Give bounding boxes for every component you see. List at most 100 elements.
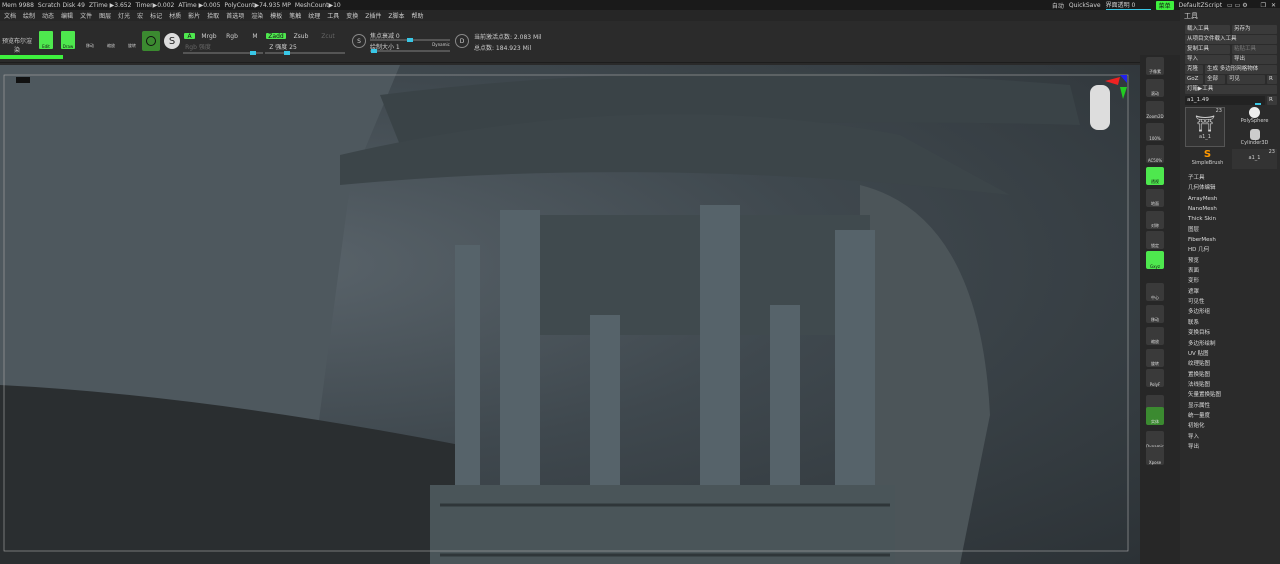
current-tool-slider[interactable]: a1_1.49 — [1185, 96, 1265, 105]
menu-item[interactable]: 笔触 — [289, 11, 301, 20]
rotate-button[interactable]: 旋转 — [124, 43, 140, 49]
menu-item[interactable]: 编辑 — [61, 11, 73, 20]
menu-item[interactable]: 纹理 — [308, 11, 320, 20]
shelf-button[interactable]: 移动 — [1146, 305, 1164, 323]
a-button[interactable]: A — [183, 32, 196, 40]
shelf-button[interactable]: Gxyz — [1146, 251, 1164, 269]
draw-button[interactable]: Draw — [60, 30, 76, 50]
menu-item[interactable]: 图层 — [99, 11, 111, 20]
color-picker[interactable]: S — [164, 33, 180, 49]
section-item[interactable]: 遮罩 — [1180, 287, 1280, 297]
rgb-button[interactable]: Rgb — [222, 32, 242, 40]
bpr-button[interactable]: 预览布尔渲染 — [0, 36, 34, 54]
section-item[interactable]: 预览 — [1180, 256, 1280, 266]
edit-button[interactable]: Edit — [38, 30, 54, 50]
shelf-button[interactable]: AC50% — [1146, 145, 1164, 163]
section-item[interactable]: 变形 — [1180, 276, 1280, 286]
menu-item[interactable]: Z插件 — [365, 11, 381, 20]
shelf-button[interactable]: 地面 — [1146, 189, 1164, 207]
section-item[interactable]: 初始化 — [1180, 421, 1280, 431]
section-item[interactable]: 导出 — [1180, 442, 1280, 452]
section-item[interactable]: 联系 — [1180, 318, 1280, 328]
move-button[interactable]: 移动 — [82, 43, 98, 49]
menu-item[interactable]: 灯光 — [118, 11, 130, 20]
zadd-button[interactable]: Zadd — [265, 32, 287, 40]
export-button[interactable]: 导出 — [1232, 55, 1277, 64]
shelf-button[interactable]: Zoom2D — [1146, 101, 1164, 119]
mrgb-button[interactable]: Mrgb — [198, 32, 220, 40]
menu-item[interactable]: 绘制 — [23, 11, 35, 20]
menu-item[interactable]: 变换 — [346, 11, 358, 20]
save-as-button[interactable]: 另存为 — [1232, 25, 1277, 34]
section-item[interactable]: HD 几何 — [1180, 245, 1280, 255]
section-item[interactable]: 图层 — [1180, 225, 1280, 235]
menu-item[interactable]: 文件 — [80, 11, 92, 20]
menu-item[interactable]: 模板 — [270, 11, 282, 20]
shelf-button[interactable]: 对称 — [1146, 211, 1164, 229]
shelf-button[interactable]: 中心 — [1146, 283, 1164, 301]
shelf-button[interactable]: 缩放 — [1146, 327, 1164, 345]
menu-item[interactable]: 拾取 — [207, 11, 219, 20]
paste-tool-button[interactable]: 粘贴工具 — [1232, 45, 1277, 54]
section-item[interactable]: 法线贴图 — [1180, 380, 1280, 390]
section-item[interactable]: 统一量度 — [1180, 411, 1280, 421]
all-button[interactable]: 全部 — [1205, 75, 1225, 84]
ui-transparency-slider[interactable]: 界面透明 0 — [1105, 0, 1151, 11]
shelf-button[interactable]: PolyF — [1146, 369, 1164, 387]
section-item[interactable]: NanoMesh — [1180, 204, 1280, 214]
zsub-button[interactable]: Zsub — [290, 32, 312, 40]
menu-item[interactable]: 文档 — [4, 11, 16, 20]
rgb-intensity-slider[interactable] — [183, 51, 263, 55]
dynamic-toggle[interactable]: Dynamic — [430, 42, 452, 47]
menu-item[interactable]: 工具 — [327, 11, 339, 20]
shelf-button[interactable]: Xpose — [1146, 447, 1164, 465]
section-item[interactable]: 置换贴图 — [1180, 370, 1280, 380]
make-polymesh-button[interactable]: 生成 多边形网格物体 — [1205, 65, 1277, 74]
section-item[interactable]: UV 贴图 — [1180, 349, 1280, 359]
visible-button[interactable]: 可见 — [1227, 75, 1265, 84]
shelf-button[interactable]: 子像素 — [1146, 57, 1164, 75]
section-item[interactable]: 可见性 — [1180, 297, 1280, 307]
section-item[interactable]: 导入 — [1180, 432, 1280, 442]
section-item[interactable]: 子工具 — [1180, 173, 1280, 183]
clone-button[interactable]: 克隆 — [1185, 65, 1203, 74]
menu-item[interactable]: 动态 — [42, 11, 54, 20]
menu-item[interactable]: 渲染 — [251, 11, 263, 20]
m-button[interactable]: M — [250, 32, 260, 40]
copy-tool-button[interactable]: 复制工具 — [1185, 45, 1230, 54]
shelf-button[interactable]: 锁定 — [1146, 231, 1164, 249]
tool-thumb-polysphere[interactable]: PolySphere — [1232, 107, 1277, 127]
section-item[interactable]: 矢量置换贴图 — [1180, 390, 1280, 400]
menu-item[interactable]: 材质 — [169, 11, 181, 20]
tool-thumb-cylinder[interactable]: Cylinder3D — [1232, 129, 1277, 149]
auto-save-toggle[interactable]: 自动 — [1052, 1, 1064, 10]
tool-thumb-a1-1-b[interactable]: 23 a1_1 — [1232, 149, 1277, 169]
viewport-canvas[interactable] — [0, 65, 1140, 564]
tool-thumb-a1-1[interactable]: 23 ⛩ a1_1 — [1185, 107, 1225, 147]
menu-item[interactable]: 影片 — [188, 11, 200, 20]
quicksave-button[interactable]: QuickSave — [1069, 2, 1101, 9]
section-item[interactable]: 纹理贴图 — [1180, 359, 1280, 369]
section-item[interactable]: FiberMesh — [1180, 235, 1280, 245]
menu-item[interactable]: 标记 — [150, 11, 162, 20]
menu-item[interactable]: 帮助 — [412, 11, 424, 20]
r-button-2[interactable]: R — [1267, 96, 1277, 105]
focal-shift-slider[interactable] — [370, 38, 450, 42]
load-from-project-button[interactable]: 从项目文件载入工具 — [1185, 35, 1277, 44]
section-item[interactable]: Thick Skin — [1180, 214, 1280, 224]
r-button[interactable]: R — [1267, 75, 1277, 84]
shelf-button[interactable]: 100% — [1146, 123, 1164, 141]
menu-item[interactable]: Z脚本 — [388, 11, 404, 20]
scale-button[interactable]: 缩放 — [103, 43, 119, 49]
load-tool-button[interactable]: 载入工具 — [1185, 25, 1230, 34]
material-button[interactable] — [142, 31, 160, 51]
goz-button[interactable]: GoZ — [1185, 75, 1203, 84]
shelf-button[interactable]: 旋转 — [1146, 349, 1164, 367]
section-item[interactable]: 几何体编辑 — [1180, 183, 1280, 193]
section-item[interactable]: 多边形绘制 — [1180, 339, 1280, 349]
section-item[interactable]: 表面 — [1180, 266, 1280, 276]
menu-item[interactable]: 首选项 — [226, 11, 244, 20]
section-item[interactable]: 变换目标 — [1180, 328, 1280, 338]
z-intensity-slider[interactable] — [265, 51, 345, 55]
tool-thumb-simplebrush[interactable]: S SimpleBrush — [1185, 149, 1230, 169]
